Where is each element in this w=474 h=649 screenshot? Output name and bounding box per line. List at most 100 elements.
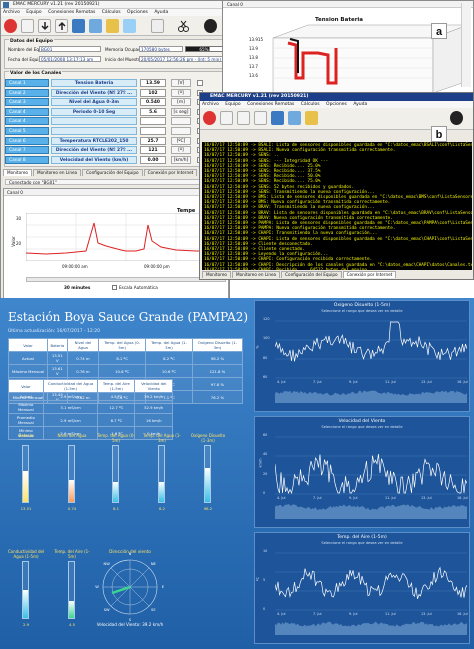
menu-conexiones[interactable]: Conexiones Remotas xyxy=(48,10,95,15)
upload-icon[interactable] xyxy=(55,19,68,33)
canal-value xyxy=(140,117,166,126)
gauge-title: Nivel del Agua xyxy=(57,433,87,438)
table-row: Máximo Mensual 13.61 V 0.76 m 10.6 ºC 10.6 º… xyxy=(7,364,244,378)
canal-button[interactable]: Canal 3 xyxy=(5,98,49,107)
canal-button[interactable]: Canal 5 xyxy=(5,127,49,135)
menu-archivo[interactable]: Archivo xyxy=(202,102,219,107)
upload-icon[interactable] xyxy=(254,111,267,125)
calendar-icon[interactable] xyxy=(151,19,164,33)
table-cell: 8.2 ºC xyxy=(145,351,193,365)
memoria-pct: 65% xyxy=(199,47,209,52)
gauge-bar xyxy=(112,445,119,503)
canal-button[interactable]: Canal 8 xyxy=(5,155,49,164)
canal-value: 102 xyxy=(140,88,166,97)
tab-conexion-internet[interactable]: Conexión por Internet xyxy=(143,169,198,176)
download-icon[interactable] xyxy=(237,111,250,125)
bomb-icon[interactable] xyxy=(204,19,217,33)
bomb-icon[interactable] xyxy=(450,111,463,125)
canal-button[interactable]: Canal 4 xyxy=(5,107,49,116)
table-cell: Promedio Mensual xyxy=(8,413,44,427)
tab-configuracion[interactable]: Configuración del Equipo xyxy=(281,271,342,278)
timeseries-chart-card[interactable]: Velocidad del Viento Seleccione el rango … xyxy=(254,416,470,528)
table-cell: Actual xyxy=(7,351,49,365)
chart-plot-area xyxy=(275,320,467,404)
table-header: Nivel del Agua xyxy=(66,338,100,352)
gauge-value: 13.51 xyxy=(20,506,32,511)
canal-row: Canal 8 Velocidad del Viento (km/h) 0.00 [k… xyxy=(5,155,227,165)
table-cell: 4.5 ºC xyxy=(97,392,136,401)
menu-calculos[interactable]: Cálculos xyxy=(301,102,320,107)
menu-calculos[interactable]: Cálculos xyxy=(102,10,121,15)
tab-monitoreo-linea[interactable]: Monitoreo en Línea xyxy=(32,169,82,176)
menu-opciones[interactable]: Opciones xyxy=(326,102,347,107)
pampa2-dashboard: Estación Boya Sauce Grande (PAMPA2) Últi… xyxy=(0,298,474,649)
canal-button[interactable]: Canal 6 xyxy=(5,136,49,145)
chart-ytick: 60 xyxy=(263,433,268,437)
auto-scale-checkbox[interactable] xyxy=(112,285,117,290)
connect-icon[interactable] xyxy=(21,19,34,33)
gauge-title: Temp. del Agua (0-5m) xyxy=(97,433,135,443)
tab-monitoreo-linea[interactable]: Monitoreo en Línea xyxy=(231,271,281,278)
chart-xtick: 11. Jul xyxy=(385,612,396,616)
gauge-title: Oxígeno Disuelto (1-3m) xyxy=(190,433,226,443)
wind-speed-label: Velocidad del Viento: 39.2 km/h xyxy=(96,622,164,627)
chart-xtick: 7. Jul xyxy=(313,612,322,616)
tools-icon[interactable] xyxy=(305,111,318,125)
table-cell: 0.74 m xyxy=(66,351,100,365)
table-header: Valor xyxy=(7,338,49,352)
table-cell: 13.61 V xyxy=(47,364,68,378)
tab-monitoreo[interactable]: Monitoreo xyxy=(3,169,32,176)
menu-conexiones[interactable]: Conexiones Remotas xyxy=(247,102,294,107)
dashboard-subtitle: Última actualización: 16/07/2017 - 12:20 xyxy=(8,329,101,334)
canal-name: Temperatura RTCLE202_150 xyxy=(51,136,137,145)
menu-opciones[interactable]: Opciones xyxy=(127,10,148,15)
canal-button[interactable]: Canal 1 xyxy=(5,79,49,87)
connect-icon[interactable] xyxy=(220,111,233,125)
chart-icon[interactable] xyxy=(288,111,301,125)
settings-icon[interactable] xyxy=(271,111,284,125)
canal-row: Canal 7 Dirección del Viento (Nº 27º ... 1… xyxy=(5,146,227,155)
chart-icon[interactable] xyxy=(89,19,102,33)
chart-navigator[interactable] xyxy=(275,504,467,519)
canal-name: Tension Bateria xyxy=(51,79,137,87)
menu-equipo[interactable]: Equipo xyxy=(26,10,41,15)
timeseries-chart-card[interactable]: Temp. del Aire (1-5m) Seleccione el rango… xyxy=(254,532,470,644)
canal-button[interactable]: Canal 2 xyxy=(5,88,49,97)
tab-configuracion[interactable]: Configuración del Equipo xyxy=(82,169,143,176)
menu-ayuda[interactable]: Ayuda xyxy=(353,102,367,107)
tools-icon[interactable] xyxy=(106,19,119,33)
timeseries-chart-card[interactable]: Oxígeno Disuelto (1-5m) Seleccione el ran… xyxy=(254,300,470,412)
canal-row: Canal 5 xyxy=(5,127,227,136)
gauge-bar xyxy=(158,445,165,503)
chart-navigator[interactable] xyxy=(275,390,467,404)
canal-value: 5.6 xyxy=(140,107,166,116)
window-a-toolbar xyxy=(1,16,229,36)
nombre-field[interactable]: BG01 xyxy=(39,46,101,52)
menu-ayuda[interactable]: Ayuda xyxy=(154,10,168,15)
compass-label: N xyxy=(128,552,132,556)
canal-button[interactable]: Canal 7 xyxy=(5,146,49,155)
settings-icon[interactable] xyxy=(72,19,85,33)
canal-button[interactable]: Canal 4 xyxy=(5,117,49,126)
download-icon[interactable] xyxy=(38,19,51,33)
table-header: Valor xyxy=(8,379,44,393)
stop-icon[interactable] xyxy=(4,19,17,33)
stop-icon[interactable] xyxy=(203,111,216,125)
canal-checkbox[interactable] xyxy=(197,80,203,86)
menu-archivo[interactable]: Archivo xyxy=(3,10,20,15)
compass-label: NE xyxy=(150,561,156,566)
table-cell: 98.2 % xyxy=(191,351,244,365)
scissors-icon[interactable] xyxy=(177,19,190,33)
tab-monitoreo[interactable]: Monitoreo xyxy=(202,271,231,278)
gauge-value: 8.2 xyxy=(158,506,166,511)
tab-conexion-internet[interactable]: Conexión por Internet xyxy=(342,271,397,278)
menu-equipo[interactable]: Equipo xyxy=(225,102,240,107)
chart-ytick: 60 xyxy=(263,375,268,379)
save-icon[interactable] xyxy=(123,19,136,33)
canal-unit: [ºC] xyxy=(171,136,191,145)
chart-navigator[interactable] xyxy=(275,621,467,635)
table-row: Máximo Mensual 3.1 mS/cm 12.7 ºC 52.9 km/h xyxy=(8,400,173,414)
summary-table-2: Valor Conductividad del Agua (1-5m) Temp. … xyxy=(8,379,173,440)
panel-label-b: b xyxy=(431,126,447,142)
plot-scrollbar[interactable] xyxy=(26,277,226,282)
